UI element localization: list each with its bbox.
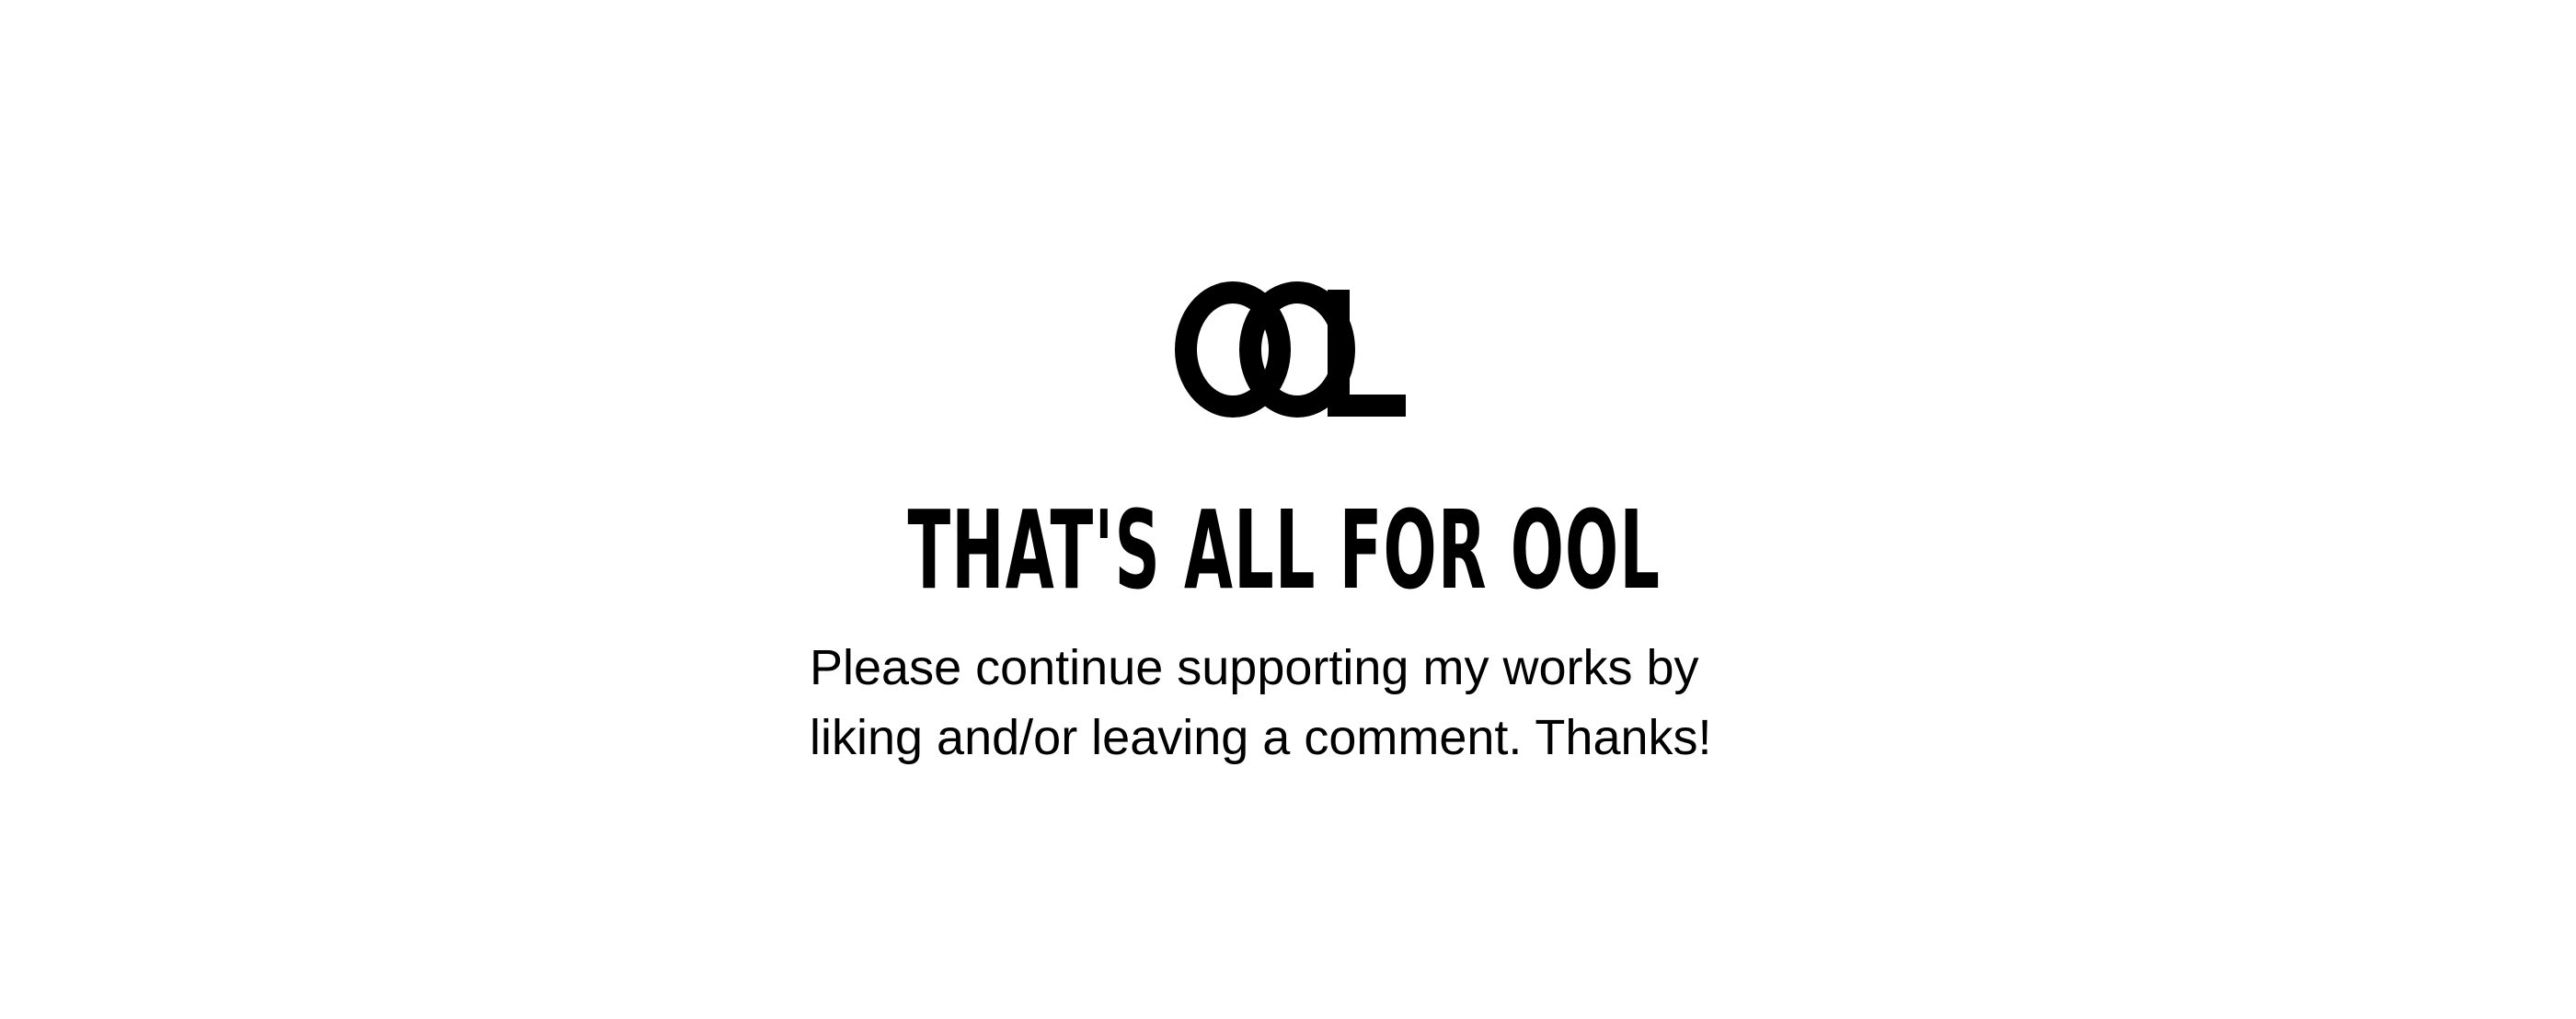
end-screen: THAT'S ALL FOR OOL Please continue suppo… [0,0,2576,1019]
support-message-line-1: Please continue supporting my works by [810,640,1699,695]
ool-monogram-icon [1175,281,1406,418]
support-message: Please continue supporting my works by l… [810,633,1822,773]
support-message-line-2: liking and/or leaving a comment. Thanks! [810,710,1712,765]
page-title: THAT'S ALL FOR OOL [907,487,1662,613]
